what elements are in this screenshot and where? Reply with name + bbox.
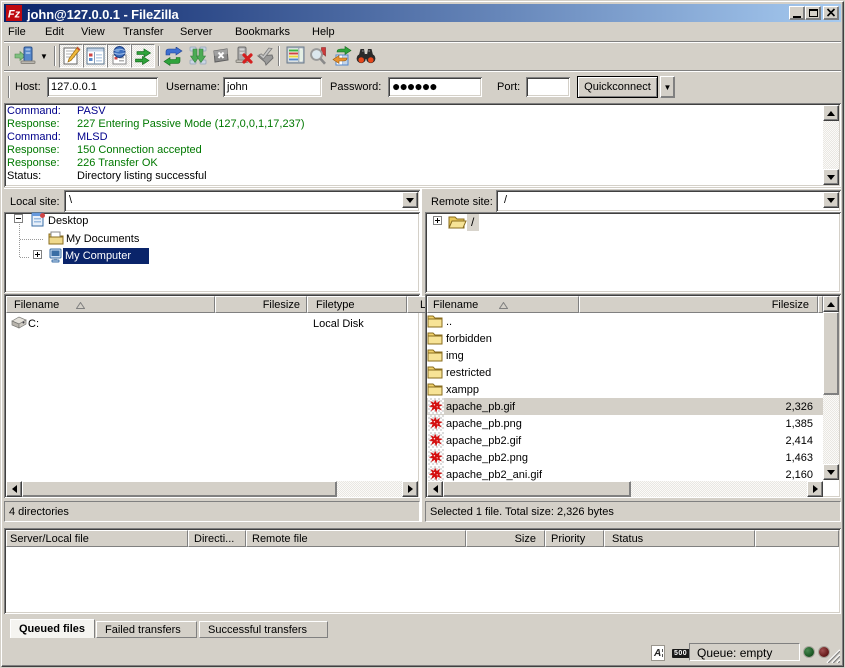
svg-text:Fz: Fz — [8, 9, 21, 21]
